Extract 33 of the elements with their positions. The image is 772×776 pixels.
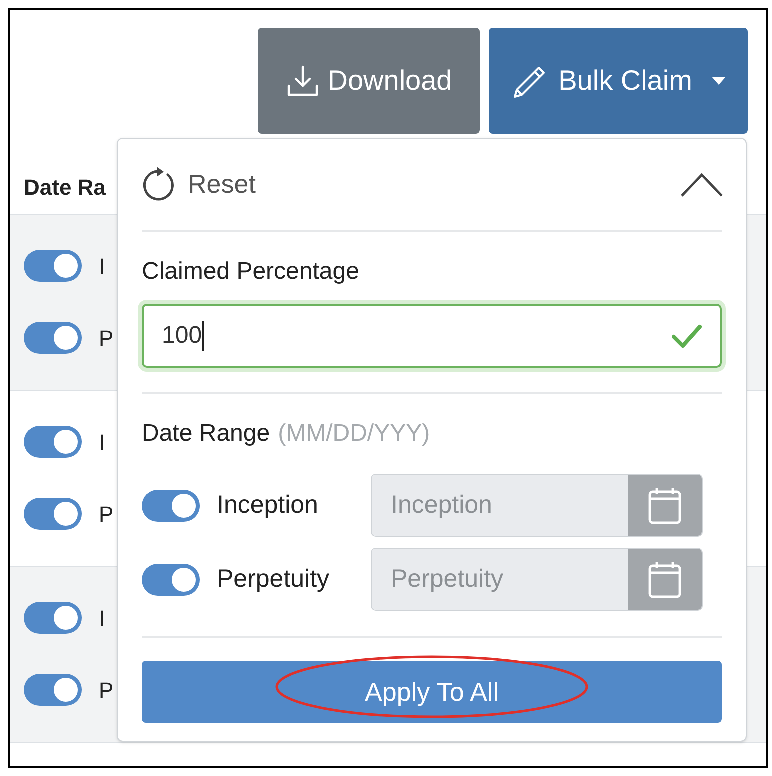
calendar-icon [648,560,682,598]
toggle-label: Inception [217,490,320,521]
apply-button[interactable]: Apply To All [142,661,722,723]
toggle-switch[interactable] [142,564,200,596]
toggle-switch[interactable] [24,674,82,706]
toggle-label: Perpetuity [217,564,331,595]
toggle-switch[interactable] [24,602,82,634]
date-input[interactable]: Inception [371,474,703,537]
toggle-label: P [99,500,114,528]
format-hint: (MM/DD/YYY) [278,419,430,449]
check-icon [672,324,702,348]
chevron-up-icon [680,172,724,198]
toggle-label: I [99,252,106,280]
toggle-label: I [99,604,106,632]
toggle-label: P [99,324,114,352]
download-icon [286,64,320,98]
field-label: Claimed Percentage [142,257,360,287]
toggle-label: P [99,676,114,704]
reset-button[interactable]: Reset [142,165,256,204]
toggle-switch[interactable] [24,322,82,354]
collapse-button[interactable] [680,172,724,198]
toggle-switch[interactable] [24,498,82,530]
toggle-switch[interactable] [24,250,82,282]
date-input[interactable]: Perpetuity [371,548,703,611]
toggle-switch[interactable] [142,490,200,522]
bulk-claim-button[interactable]: Bulk Claim [489,28,748,134]
calendar-icon [648,486,682,524]
toggle-label: I [99,428,106,456]
toggle-switch[interactable] [24,426,82,458]
section-label: Date Range [142,419,270,449]
caret-icon [712,77,726,85]
download-button[interactable]: Download [258,28,480,134]
column-header: Date Ra [24,174,106,202]
